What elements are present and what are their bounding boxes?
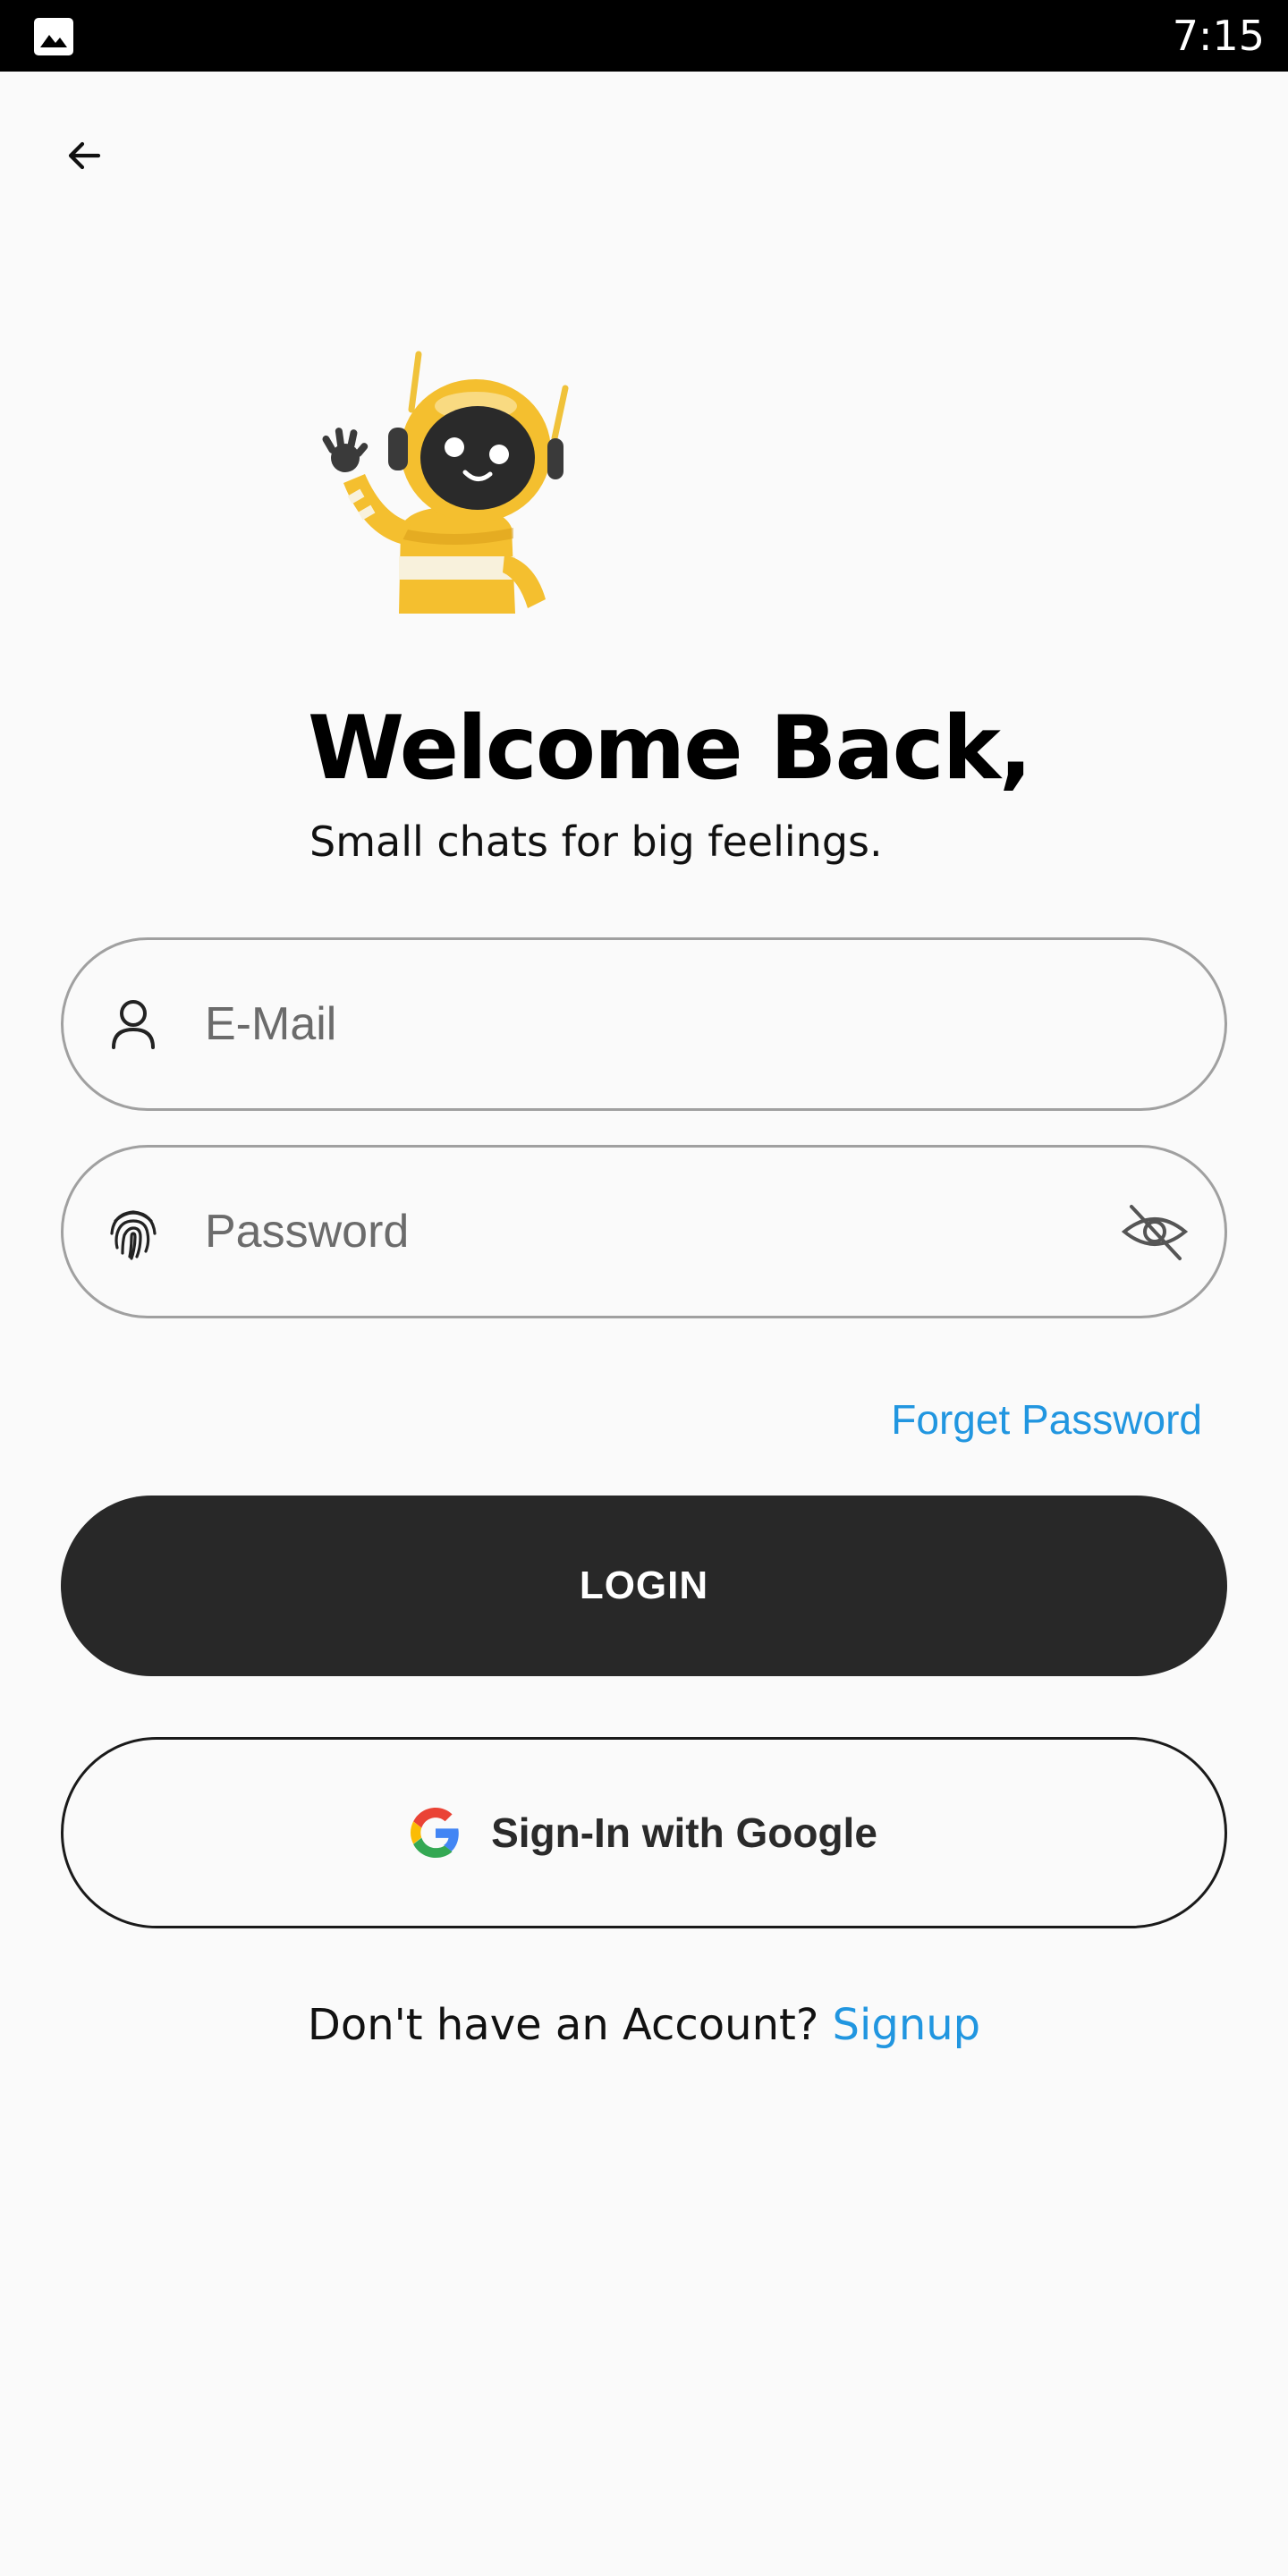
login-button[interactable]: LOGIN xyxy=(61,1496,1227,1676)
signup-prompt-text: Don't have an Account? xyxy=(307,2000,833,2050)
welcome-title: Welcome Back, xyxy=(308,698,1032,800)
welcome-subtitle: Small chats for big feelings. xyxy=(309,818,883,866)
forget-password-link[interactable]: Forget Password xyxy=(891,1395,1202,1444)
image-icon xyxy=(34,18,73,55)
arrow-left-icon xyxy=(68,141,101,170)
google-signin-button[interactable]: Sign-In with Google xyxy=(61,1737,1227,1928)
user-icon xyxy=(112,1000,155,1049)
google-icon xyxy=(411,1808,459,1858)
login-button-label: LOGIN xyxy=(579,1563,709,1607)
eye-off-icon[interactable] xyxy=(1119,1196,1191,1267)
signup-link[interactable]: Signup xyxy=(833,2000,981,2050)
status-time: 7:15 xyxy=(1172,12,1265,60)
password-field[interactable] xyxy=(61,1145,1227,1318)
email-input[interactable] xyxy=(205,940,1099,1108)
login-screen: 7:15 Welcome Back, Small chats for big f… xyxy=(0,0,1288,2576)
signup-prompt-row: Don't have an Account? Signup xyxy=(0,2000,1288,2050)
status-bar: 7:15 xyxy=(0,0,1288,72)
password-input[interactable] xyxy=(205,1148,1099,1316)
email-field[interactable] xyxy=(61,937,1227,1111)
back-button[interactable] xyxy=(50,122,118,190)
google-signin-label: Sign-In with Google xyxy=(491,1809,877,1856)
fingerprint-icon xyxy=(110,1210,157,1260)
waving-robot-illustration xyxy=(322,351,569,614)
